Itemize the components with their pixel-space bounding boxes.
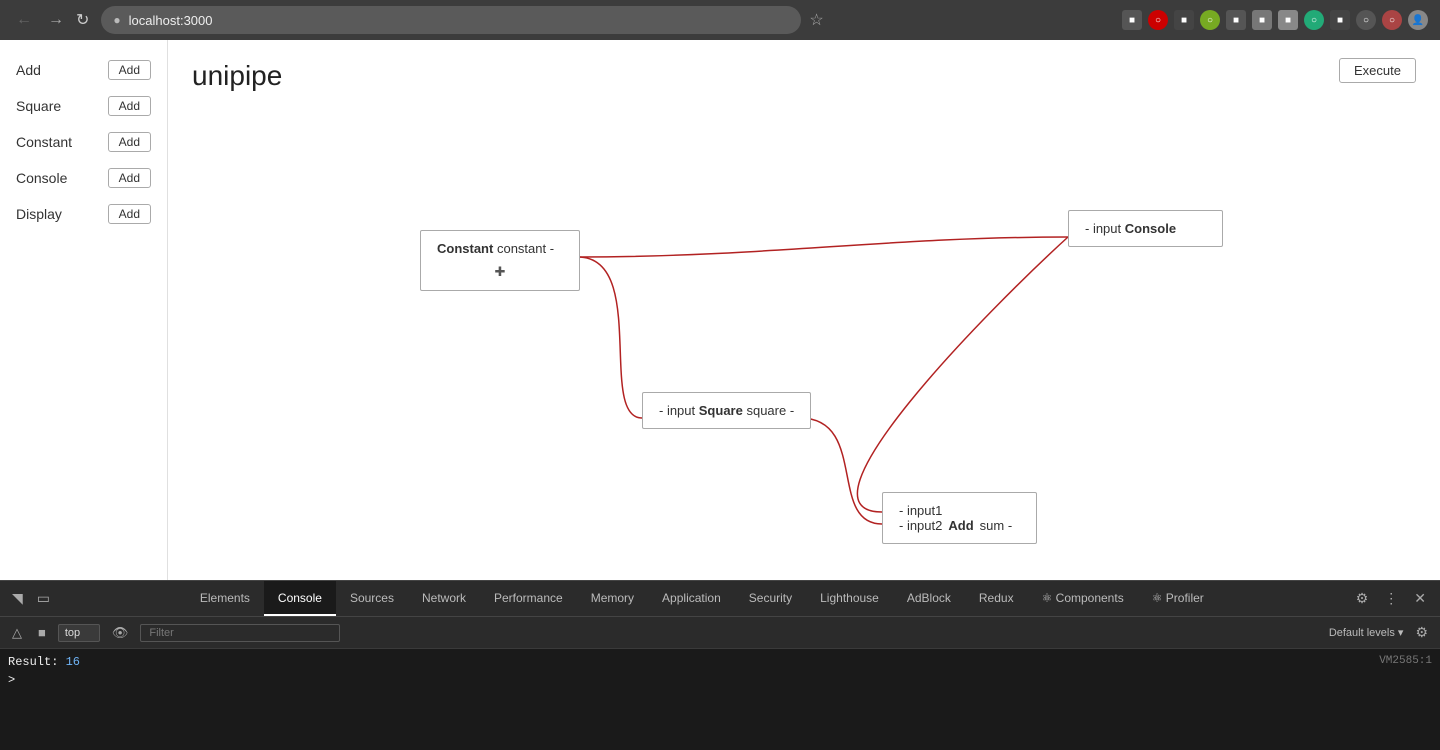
console-line-num: VM2585:1	[1379, 655, 1432, 667]
devtools-eye-btn[interactable]: 👁	[108, 623, 133, 643]
connections-svg	[168, 40, 1440, 580]
tab-components[interactable]: ⚛ Components	[1028, 581, 1138, 616]
ext-icon-8[interactable]: ○	[1304, 10, 1324, 30]
devtools-responsive-icon[interactable]: ▭	[33, 588, 54, 609]
node-constant[interactable]: Constant constant - ✚	[420, 230, 580, 291]
add-console-button[interactable]: Add	[108, 168, 151, 188]
page-title: unipipe	[192, 60, 282, 92]
ext-icon-11[interactable]: ○	[1382, 10, 1402, 30]
node-console-pre: - input	[1085, 221, 1121, 236]
node-constant-name: Constant	[437, 241, 493, 256]
node-square[interactable]: - input Square square -	[642, 392, 811, 429]
node-add-input2: - input2	[899, 518, 942, 533]
tab-security[interactable]: Security	[735, 581, 806, 616]
tab-network[interactable]: Network	[408, 581, 480, 616]
toolbar-settings-icon[interactable]: ⚙	[1411, 622, 1432, 643]
ext-icon-2[interactable]: ○	[1148, 10, 1168, 30]
node-constant-label: Constant constant -	[437, 241, 554, 256]
execute-button[interactable]: Execute	[1339, 58, 1416, 83]
bookmark-icon[interactable]: ☆	[809, 10, 823, 30]
browser-chrome: ← → ↻ ● localhost:3000 ☆ ■ ○ ■ ○ ■ ■ ■ ○…	[0, 0, 1440, 40]
tab-profiler[interactable]: ⚛ Profiler	[1138, 581, 1218, 616]
devtools-tab-icons: ◥ ▭	[0, 588, 62, 609]
ext-icon-4[interactable]: ○	[1200, 10, 1220, 30]
ext-icon-3[interactable]: ■	[1174, 10, 1194, 30]
sidebar-item-display: Display Add	[16, 204, 151, 224]
tab-elements[interactable]: Elements	[186, 581, 264, 616]
lock-icon: ●	[113, 13, 120, 27]
back-button[interactable]: ←	[12, 7, 36, 33]
tab-application[interactable]: Application	[648, 581, 735, 616]
tab-lighthouse[interactable]: Lighthouse	[806, 581, 893, 616]
node-console[interactable]: - input Console	[1068, 210, 1223, 247]
sidebar-label-square: Square	[16, 98, 61, 114]
add-constant-button[interactable]: Add	[108, 132, 151, 152]
add-add-button[interactable]: Add	[108, 60, 151, 80]
ext-icon-6[interactable]: ■	[1252, 10, 1272, 30]
add-square-button[interactable]: Add	[108, 96, 151, 116]
devtools-pause-btn[interactable]: ■	[34, 623, 50, 642]
console-prompt-symbol: >	[8, 673, 15, 687]
context-select-wrapper: top	[58, 623, 100, 642]
console-result-line: Result: 16 VM2585:1	[8, 653, 1432, 671]
ext-icon-7[interactable]: ■	[1278, 10, 1298, 30]
node-add-post: sum -	[980, 518, 1013, 533]
node-console-name: Console	[1125, 221, 1176, 236]
context-select[interactable]: top	[58, 624, 100, 642]
ext-icon-5[interactable]: ■	[1226, 10, 1246, 30]
devtools-panel: ◥ ▭ Elements Console Sources Network Per…	[0, 580, 1440, 750]
node-add[interactable]: - input1 - input2 Add sum -	[882, 492, 1037, 544]
sidebar-label-add: Add	[16, 62, 41, 78]
tab-memory[interactable]: Memory	[577, 581, 648, 616]
refresh-button[interactable]: ↻	[76, 10, 89, 30]
tab-redux[interactable]: Redux	[965, 581, 1028, 616]
filter-input[interactable]	[140, 624, 340, 642]
devtools-close-icon[interactable]: ✕	[1410, 588, 1430, 609]
node-square-name: Square	[699, 403, 743, 418]
console-prompt[interactable]: >	[8, 671, 1432, 689]
url-text: localhost:3000	[129, 13, 213, 28]
ext-icon-9[interactable]: ■	[1330, 10, 1350, 30]
console-result-value: 16	[66, 655, 80, 669]
tab-console[interactable]: Console	[264, 581, 336, 616]
sidebar-item-add: Add Add	[16, 60, 151, 80]
node-constant-output: constant -	[497, 241, 554, 256]
tab-sources[interactable]: Sources	[336, 581, 408, 616]
address-bar[interactable]: ● localhost:3000	[101, 6, 801, 34]
add-display-button[interactable]: Add	[108, 204, 151, 224]
devtools-settings-icon[interactable]: ⚙	[1352, 588, 1373, 609]
sidebar-item-constant: Constant Add	[16, 132, 151, 152]
devtools-more-icon[interactable]: ⋮	[1380, 588, 1402, 609]
node-add-input1: - input1	[899, 503, 1020, 518]
sidebar-label-console: Console	[16, 170, 67, 186]
sidebar-item-console: Console Add	[16, 168, 151, 188]
node-constant-crosshair: ✚	[437, 264, 563, 280]
browser-extensions: ■ ○ ■ ○ ■ ■ ■ ○ ■ ○ ○ 👤	[1122, 10, 1428, 30]
devtools-clear-btn[interactable]: △	[8, 623, 26, 643]
app-container: Add Add Square Add Constant Add Console …	[0, 40, 1440, 580]
sidebar-label-constant: Constant	[16, 134, 72, 150]
devtools-content: Result: 16 VM2585:1 >	[0, 649, 1440, 750]
sidebar: Add Add Square Add Constant Add Console …	[0, 40, 168, 580]
sidebar-label-display: Display	[16, 206, 62, 222]
ext-icon-1[interactable]: ■	[1122, 10, 1142, 30]
ext-icon-10[interactable]: ○	[1356, 10, 1376, 30]
devtools-toolbar: △ ■ top 👁 Default levels ▾ ⚙	[0, 617, 1440, 649]
sidebar-item-square: Square Add	[16, 96, 151, 116]
devtools-tabs: ◥ ▭ Elements Console Sources Network Per…	[0, 581, 1440, 617]
tab-adblock[interactable]: AdBlock	[893, 581, 965, 616]
forward-button[interactable]: →	[44, 7, 68, 33]
ext-icon-avatar[interactable]: 👤	[1408, 10, 1428, 30]
console-result-label: Result:	[8, 655, 66, 669]
node-add-name: Add	[948, 518, 973, 533]
devtools-right-icons: ⚙ ⋮ ✕	[1342, 588, 1440, 609]
default-levels-btn[interactable]: Default levels ▾	[1329, 626, 1404, 639]
tab-performance[interactable]: Performance	[480, 581, 577, 616]
devtools-inspect-icon[interactable]: ◥	[8, 588, 27, 609]
node-square-post: square -	[746, 403, 794, 418]
main-canvas: unipipe Execute Constant constant - ✚ - …	[168, 40, 1440, 580]
node-square-pre: - input	[659, 403, 695, 418]
